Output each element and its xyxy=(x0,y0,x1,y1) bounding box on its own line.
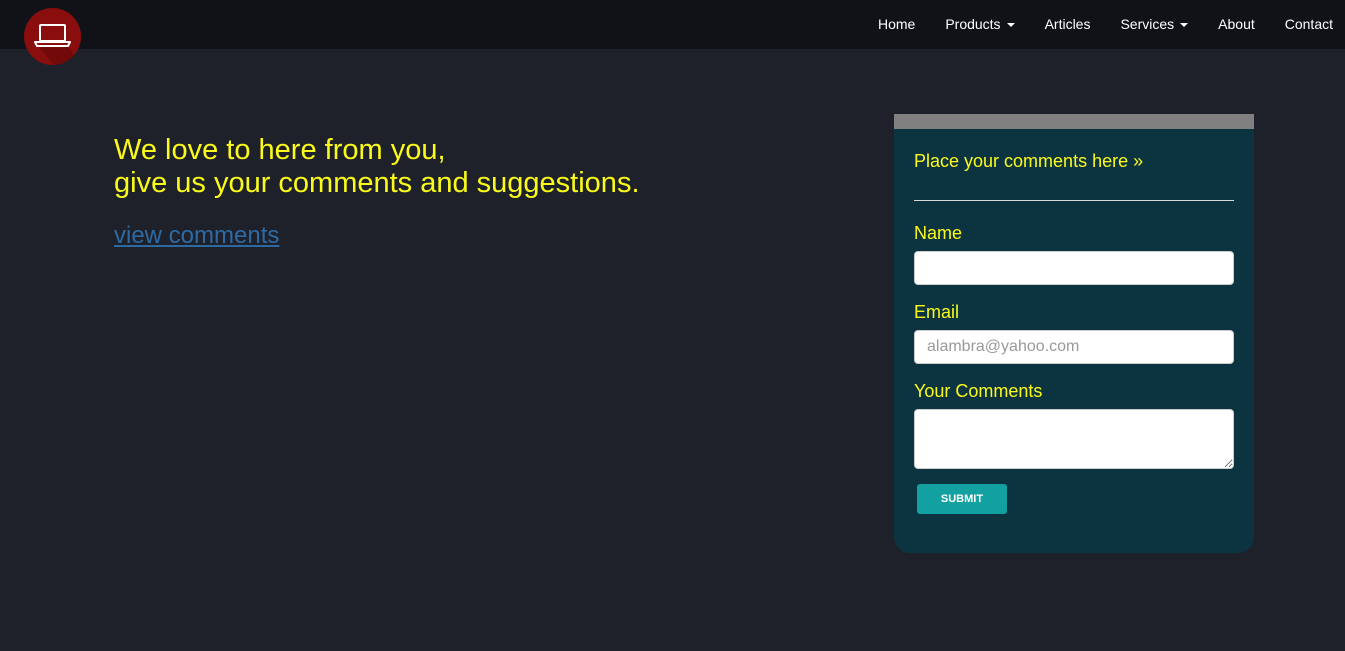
nav-menu: Home Products Articles Services About Co… xyxy=(863,0,1345,49)
laptop-icon xyxy=(34,24,81,65)
comments-textarea[interactable] xyxy=(914,409,1234,469)
nav-services[interactable]: Services xyxy=(1105,0,1203,49)
nav-home-label: Home xyxy=(877,16,916,32)
nav-home[interactable]: Home xyxy=(863,0,930,49)
nav-products-label: Products xyxy=(945,16,1001,32)
intro-heading: We love to here from you, give us your c… xyxy=(114,134,814,200)
caret-down-icon xyxy=(1180,22,1189,27)
view-comments-link[interactable]: view comments xyxy=(114,222,279,250)
nav-about[interactable]: About xyxy=(1203,0,1270,49)
intro-section: We love to here from you, give us your c… xyxy=(114,134,814,250)
email-label: Email xyxy=(914,302,960,322)
name-field[interactable] xyxy=(914,251,1234,285)
email-field[interactable] xyxy=(914,330,1234,364)
form-title: Place your comments here » xyxy=(914,151,1144,171)
panel-top-bar xyxy=(894,114,1254,129)
form-divider xyxy=(914,200,1234,201)
intro-heading-line1: We love to here from you, xyxy=(114,134,446,166)
name-label: Name xyxy=(914,223,963,243)
logo[interactable] xyxy=(24,8,81,65)
caret-down-icon xyxy=(1006,22,1015,27)
nav-products[interactable]: Products xyxy=(930,0,1029,49)
nav-services-label: Services xyxy=(1120,16,1175,32)
nav-contact-label: Contact xyxy=(1284,16,1333,32)
nav-articles-label: Articles xyxy=(1044,16,1091,32)
navbar: Home Products Articles Services About Co… xyxy=(0,0,1345,65)
comment-form-panel: Place your comments here » Name Email Yo… xyxy=(894,114,1254,553)
nav-about-label: About xyxy=(1218,16,1255,32)
submit-button[interactable]: SUBMIT xyxy=(917,484,1007,514)
comments-label: Your Comments xyxy=(914,381,1043,401)
nav-contact[interactable]: Contact xyxy=(1270,0,1345,49)
intro-heading-line2: give us your comments and suggestions. xyxy=(114,167,640,199)
nav-articles[interactable]: Articles xyxy=(1030,0,1106,49)
